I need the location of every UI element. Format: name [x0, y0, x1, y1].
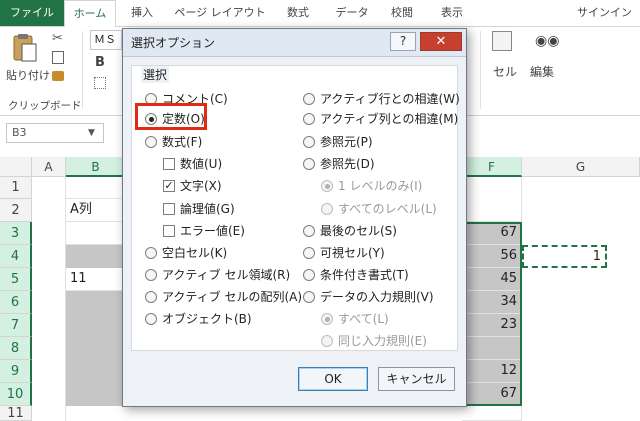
row-header[interactable]: 6 [0, 291, 32, 314]
borders-icon[interactable] [94, 77, 106, 89]
cell-b2[interactable]: A列 [66, 199, 126, 222]
tab-page-layout[interactable]: ページ レイアウト [170, 0, 270, 26]
cell-f6[interactable]: 34 [462, 291, 522, 314]
radio-icon[interactable] [303, 291, 315, 303]
column-header-g[interactable]: G [522, 157, 640, 177]
radio-selected-icon[interactable] [321, 313, 333, 325]
ribbon-tab-bar: ファイル ホーム 挿入 ページ レイアウト 数式 データ 校閲 表示 サインイン [0, 0, 640, 27]
radio-icon[interactable] [145, 313, 157, 325]
binoculars-icon[interactable]: ◉◉ [535, 33, 559, 49]
checkbox-icon[interactable] [163, 225, 175, 237]
row-header[interactable]: 5 [0, 268, 32, 291]
checkbox-checked-icon[interactable]: ✓ [163, 180, 175, 192]
radio-icon[interactable] [145, 269, 157, 281]
ok-button[interactable]: OK [298, 367, 368, 391]
cell-b1[interactable] [66, 177, 126, 199]
radio-icon[interactable] [145, 291, 157, 303]
clipboard-group-label: クリップボード [8, 100, 82, 112]
bold-button[interactable]: B [95, 55, 105, 70]
copy-icon[interactable] [52, 51, 64, 64]
row-header[interactable]: 2 [0, 199, 32, 222]
radio-selected-icon[interactable] [321, 180, 333, 192]
cell-f8[interactable] [462, 337, 522, 360]
chevron-down-icon[interactable]: ▼ [88, 123, 95, 143]
radio-icon[interactable] [303, 136, 315, 148]
row-header[interactable]: 3 [0, 222, 32, 245]
radio-icon[interactable] [303, 225, 315, 237]
tab-insert[interactable]: 挿入 [116, 0, 168, 26]
row-header[interactable]: 1 [0, 177, 32, 199]
radio-icon[interactable] [321, 335, 333, 347]
cells-icon[interactable] [492, 31, 512, 51]
ribbon-separator [82, 31, 83, 109]
format-painter-icon[interactable] [52, 71, 64, 81]
ribbon-separator [480, 31, 481, 109]
dialog-title-bar[interactable]: 選択オプション ? ✕ [123, 29, 466, 57]
cell-b5[interactable]: 11 [66, 268, 126, 291]
radio-icon[interactable] [303, 158, 315, 170]
paste-icon[interactable] [12, 33, 38, 63]
selected-range-b[interactable] [66, 222, 126, 406]
tab-formulas[interactable]: 数式 [272, 0, 324, 26]
column-header-a[interactable]: A [32, 157, 66, 177]
cancel-button[interactable]: キャンセル [378, 367, 455, 391]
radio-icon[interactable] [303, 247, 315, 259]
cells-button[interactable]: セル [493, 63, 517, 80]
radio-icon[interactable] [303, 93, 315, 105]
select-options-dialog: 選択オプション ? ✕ 選択 コメント(C) 定数(O) 数式(F) 数値(U)… [122, 28, 467, 407]
cell-b3[interactable] [66, 222, 126, 245]
signin-link[interactable]: サインイン [577, 0, 632, 26]
dialog-title: 選択オプション [131, 36, 216, 50]
radio-icon[interactable] [145, 247, 157, 259]
cut-icon[interactable]: ✂ [52, 31, 63, 46]
row-header[interactable]: 4 [0, 245, 32, 268]
column-header-f[interactable]: F [462, 157, 522, 177]
cell-f3[interactable]: 67 [462, 222, 522, 245]
tab-data[interactable]: データ [326, 0, 378, 26]
cell-f9[interactable]: 12 [462, 360, 522, 383]
edit-button[interactable]: 編集 [530, 63, 554, 80]
cell-f11[interactable] [462, 406, 522, 421]
font-name-box[interactable]: ＭＳ [90, 30, 122, 50]
row-header[interactable]: 9 [0, 360, 32, 383]
radio-icon[interactable] [303, 269, 315, 281]
tab-view[interactable]: 表示 [426, 0, 478, 26]
highlight-box [135, 103, 207, 130]
help-button[interactable]: ? [390, 32, 416, 51]
tab-home[interactable]: ホーム [64, 0, 116, 27]
radio-icon[interactable] [321, 203, 333, 215]
tab-file[interactable]: ファイル [0, 0, 64, 26]
select-all-corner[interactable] [0, 157, 32, 177]
radio-icon[interactable] [145, 136, 157, 148]
radio-icon[interactable] [303, 113, 315, 125]
cell-f10[interactable]: 67 [462, 383, 522, 406]
paste-button[interactable]: 貼り付け [6, 67, 50, 83]
column-header-b[interactable]: B [66, 157, 126, 177]
column-a-cells[interactable] [32, 177, 66, 421]
tab-review[interactable]: 校閲 [376, 0, 428, 26]
cell-f5[interactable]: 45 [462, 268, 522, 291]
row-header[interactable]: 11 [0, 406, 32, 421]
checkbox-icon[interactable] [163, 203, 175, 215]
selection-group-title: 選択 [141, 66, 170, 83]
row-header[interactable]: 8 [0, 337, 32, 360]
cell-f7[interactable]: 23 [462, 314, 522, 337]
cell-f4[interactable]: 56 [462, 245, 522, 268]
row-header[interactable]: 10 [0, 383, 32, 406]
row-header[interactable]: 7 [0, 314, 32, 337]
checkbox-icon[interactable] [163, 158, 175, 170]
cell-g4[interactable]: 1 [522, 245, 607, 268]
cell-f1-f2[interactable] [462, 177, 522, 222]
close-button[interactable]: ✕ [420, 32, 462, 51]
